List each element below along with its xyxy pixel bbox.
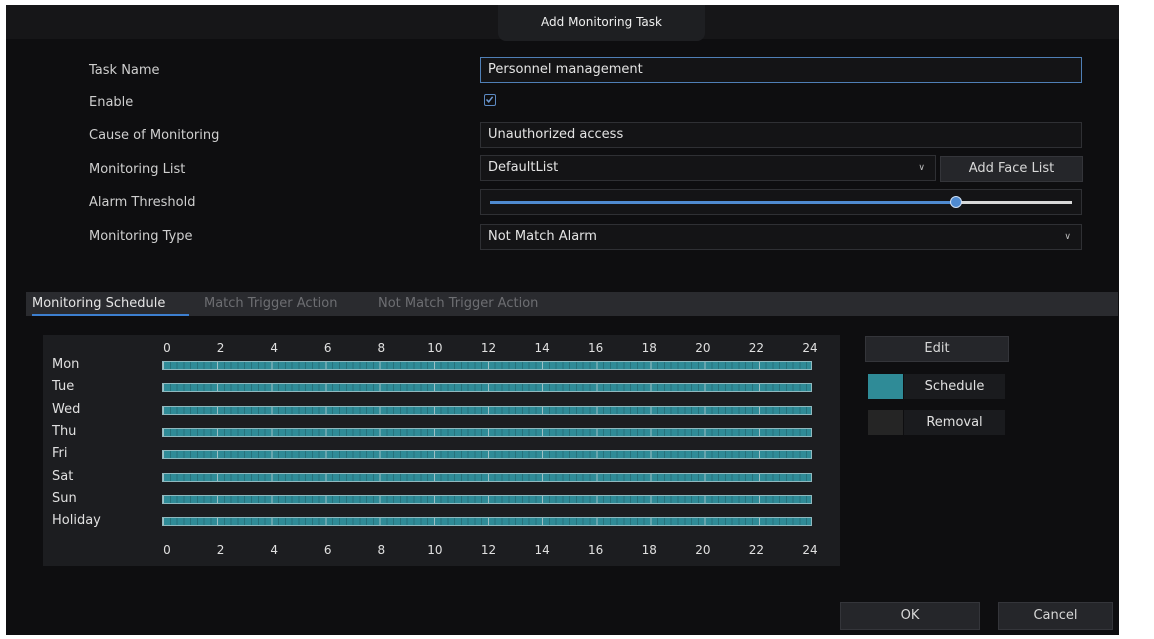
cause-input[interactable]: Unauthorized access <box>480 122 1082 148</box>
hour-label: 8 <box>377 543 386 557</box>
hour-label: 10 <box>427 543 443 557</box>
task-name-value: Personnel management <box>488 62 643 77</box>
hour-label: 22 <box>748 341 765 355</box>
cause-label: Cause of Monitoring <box>89 128 220 143</box>
monitoring-type-select[interactable]: Not Match Alarm ∨ <box>480 224 1082 250</box>
monitoring-list-select[interactable]: DefaultList ∨ <box>480 155 936 181</box>
tab-monitoring-schedule[interactable]: Monitoring Schedule <box>32 292 189 316</box>
day-label: Sun <box>52 490 77 506</box>
tab-match-trigger-action[interactable]: Match Trigger Action <box>204 292 337 316</box>
add-monitoring-task-dialog: Add Monitoring Task Task Name Enable Cau… <box>6 5 1119 635</box>
dialog-title: Add Monitoring Task <box>498 5 705 41</box>
hour-label: 2 <box>216 543 225 557</box>
enable-checkbox[interactable] <box>484 94 496 106</box>
add-face-list-button[interactable]: Add Face List <box>940 156 1083 182</box>
schedule-row-bar[interactable] <box>162 450 812 460</box>
schedule-row-bar[interactable] <box>162 494 812 504</box>
slider-fill <box>490 201 956 204</box>
hour-label: 20 <box>695 543 711 557</box>
tab-bar: Monitoring Schedule Match Trigger Action… <box>26 292 1118 316</box>
hour-label: 22 <box>748 543 765 557</box>
day-label: Thu <box>52 423 77 439</box>
hour-label: 10 <box>427 341 443 355</box>
schedule-row-bar[interactable] <box>162 517 812 527</box>
schedule-legend-label: Schedule <box>904 374 1005 399</box>
hour-label: 14 <box>534 543 550 557</box>
task-name-label: Task Name <box>89 63 160 78</box>
hour-label: 16 <box>588 543 604 557</box>
alarm-threshold-label: Alarm Threshold <box>89 195 196 210</box>
hour-label: 12 <box>480 543 497 557</box>
hour-label: 14 <box>534 341 550 355</box>
alarm-threshold-slider[interactable] <box>490 196 1072 208</box>
day-label: Mon <box>52 357 80 372</box>
hour-label: 16 <box>588 341 604 355</box>
removal-legend-label: Removal <box>904 410 1005 435</box>
schedule-row-bar[interactable] <box>162 405 812 415</box>
day-label: Sat <box>52 468 74 484</box>
title-bar: Add Monitoring Task <box>6 5 1119 41</box>
enable-label: Enable <box>89 95 134 110</box>
day-label: Holiday <box>52 513 101 529</box>
cancel-button[interactable]: Cancel <box>998 602 1113 630</box>
hour-label: 18 <box>641 341 657 355</box>
hour-label: 24 <box>802 341 818 355</box>
edit-button[interactable]: Edit <box>865 336 1009 362</box>
hour-label: 4 <box>270 341 278 355</box>
schedule-row-bar[interactable] <box>162 472 812 482</box>
hour-label: 4 <box>270 543 278 557</box>
hour-label: 8 <box>377 341 386 355</box>
ok-button[interactable]: OK <box>840 602 980 630</box>
schedule-grid[interactable]: 0 2 4 6 8 10 12 14 16 18 20 22 24 0 2 4 6 8 10 12 14 16 18 20 22… <box>43 335 840 566</box>
cause-value: Unauthorized access <box>488 127 624 142</box>
hour-label: 12 <box>480 341 497 355</box>
checkmark-icon <box>485 96 494 103</box>
monitoring-list-value: DefaultList <box>488 160 559 175</box>
hour-label: 20 <box>695 341 711 355</box>
hour-label: 2 <box>216 341 225 355</box>
chevron-down-icon: ∨ <box>918 163 925 173</box>
task-name-input[interactable]: Personnel management <box>480 57 1082 83</box>
removal-legend-swatch[interactable] <box>868 410 903 435</box>
day-label: Tue <box>52 379 75 395</box>
hour-label: 0 <box>163 543 171 557</box>
day-label: Fri <box>52 446 68 462</box>
schedule-row-bar[interactable] <box>162 383 812 393</box>
tab-not-match-trigger-action[interactable]: Not Match Trigger Action <box>378 292 538 316</box>
hour-label: 0 <box>163 341 171 355</box>
schedule-legend-swatch[interactable] <box>868 374 903 399</box>
hour-label: 24 <box>802 543 818 557</box>
monitoring-type-value: Not Match Alarm <box>488 229 597 244</box>
hour-label: 6 <box>323 341 332 355</box>
day-label: Wed <box>52 401 81 417</box>
slider-handle[interactable] <box>949 196 962 208</box>
schedule-row-bar[interactable] <box>162 361 812 370</box>
monitoring-type-label: Monitoring Type <box>89 229 193 244</box>
schedule-row-bar[interactable] <box>162 427 812 437</box>
chevron-down-icon: ∨ <box>1064 232 1071 242</box>
monitoring-list-label: Monitoring List <box>89 162 186 177</box>
hour-label: 18 <box>641 543 657 557</box>
hour-label: 6 <box>323 543 332 557</box>
